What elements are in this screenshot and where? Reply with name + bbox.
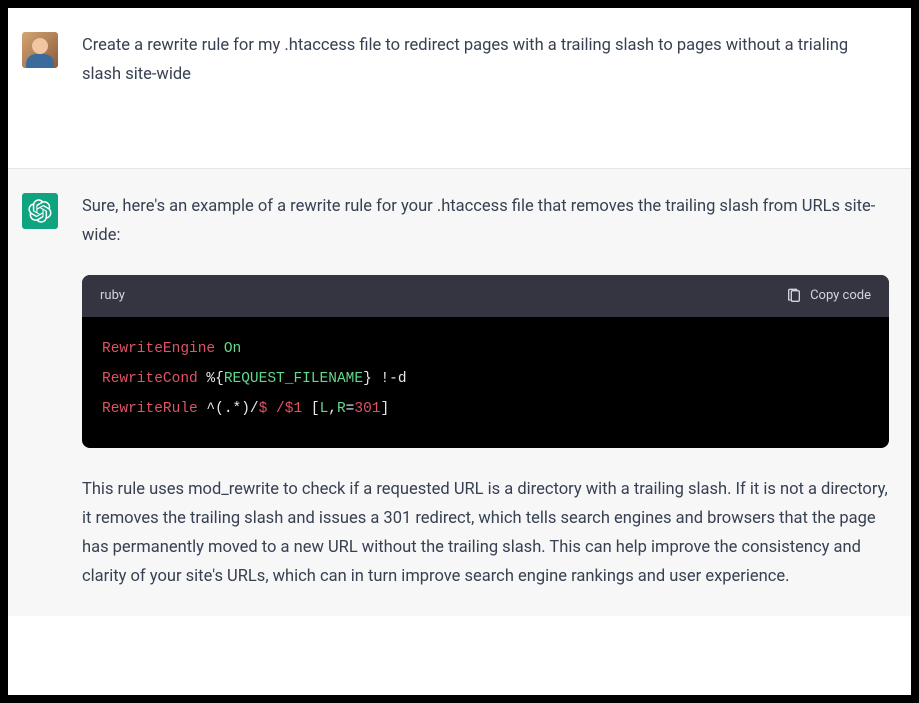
assistant-message-content: Sure, here's an example of a rewrite rul…: [82, 193, 897, 592]
code-token: $ /: [259, 401, 285, 417]
assistant-avatar: [22, 193, 58, 229]
assistant-explanation: This rule uses mod_rewrite to check if a…: [82, 476, 889, 592]
code-token: [: [302, 401, 319, 417]
user-avatar: [22, 32, 58, 68]
code-token: ,: [328, 401, 337, 417]
code-token: RewriteCond: [102, 371, 198, 387]
clipboard-icon: [786, 288, 802, 304]
code-token: On: [215, 341, 241, 357]
code-content: RewriteEngine On RewriteCond %{REQUEST_F…: [82, 317, 889, 448]
assistant-intro: Sure, here's an example of a rewrite rul…: [82, 193, 889, 251]
code-token: R: [337, 401, 346, 417]
code-language-label: ruby: [100, 285, 125, 308]
code-token: $1: [285, 401, 302, 417]
user-message: Create a rewrite rule for my .htaccess f…: [8, 8, 911, 169]
code-token: }: [363, 371, 372, 387]
code-token: 301: [354, 401, 380, 417]
code-header: ruby Copy code: [82, 275, 889, 318]
code-token: L: [320, 401, 329, 417]
user-text: Create a rewrite rule for my .htaccess f…: [82, 32, 889, 90]
copy-code-label: Copy code: [810, 285, 871, 308]
code-token: RewriteRule: [102, 401, 198, 417]
code-token: RewriteEngine: [102, 341, 215, 357]
user-message-content: Create a rewrite rule for my .htaccess f…: [82, 32, 897, 90]
copy-code-button[interactable]: Copy code: [786, 285, 871, 308]
code-token: !-d: [372, 371, 407, 387]
code-token: ^(.*)/: [198, 401, 259, 417]
code-token: ]: [380, 401, 389, 417]
openai-logo-icon: [28, 199, 52, 223]
code-token: %{: [198, 371, 224, 387]
assistant-message: Sure, here's an example of a rewrite rul…: [8, 169, 911, 616]
code-block: ruby Copy code RewriteEngine On RewriteC…: [82, 275, 889, 449]
code-token: REQUEST_FILENAME: [224, 371, 363, 387]
